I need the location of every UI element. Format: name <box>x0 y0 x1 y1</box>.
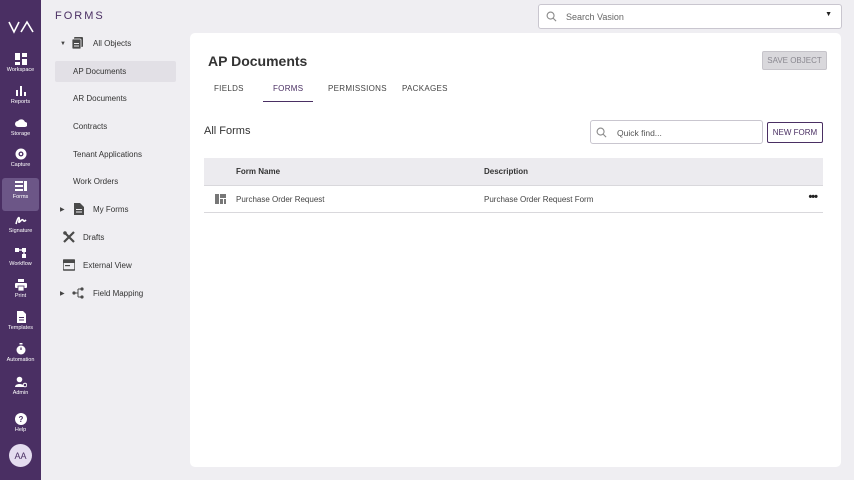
rail-print[interactable]: Print <box>2 277 39 307</box>
nav-item-work-orders[interactable]: Work Orders <box>55 171 176 192</box>
nav-item-external-view[interactable]: External View <box>55 255 176 276</box>
tab-forms[interactable]: FORMS <box>263 84 314 102</box>
rail-label: Capture <box>10 162 31 168</box>
rail-forms[interactable]: Forms <box>2 178 39 211</box>
rail-help[interactable]: ? Help <box>2 411 39 441</box>
nav-item-label: Tenant Applications <box>73 150 142 159</box>
column-header-description[interactable]: Description <box>484 167 528 176</box>
new-form-button[interactable]: NEW FORM <box>767 122 823 143</box>
main-panel: AP Documents SAVE OBJECT FIELDS FORMS PE… <box>190 33 841 467</box>
rail-reports[interactable]: Reports <box>2 83 39 113</box>
tools-icon <box>63 231 75 243</box>
rail-workspace[interactable]: Workspace <box>2 51 39 81</box>
workspace-icon <box>14 53 27 65</box>
nav-item-label: External View <box>83 261 132 270</box>
rail-capture[interactable]: Capture <box>2 146 39 176</box>
nav-item-drafts[interactable]: Drafts <box>55 227 176 248</box>
user-avatar[interactable]: AA <box>9 444 32 467</box>
rail-label: Admin <box>12 390 29 396</box>
nav-item-label: AP Documents <box>73 67 127 76</box>
nav-item-field-mapping[interactable]: ▶ Field Mapping <box>55 283 176 304</box>
reports-icon <box>15 86 26 96</box>
rail-label: Reports <box>10 99 31 105</box>
rail-label: Help <box>14 427 27 433</box>
nav-item-label: All Objects <box>93 39 132 48</box>
rail-admin[interactable]: Admin <box>2 374 39 404</box>
nav-item-label: Drafts <box>83 233 105 242</box>
nav-item-contracts[interactable]: Contracts <box>55 116 176 137</box>
rail-workflow[interactable]: Workflow <box>2 245 39 275</box>
section-title: All Forms <box>204 125 251 137</box>
nav-item-label: Work Orders <box>73 177 119 186</box>
nav-item-label: My Forms <box>93 205 129 214</box>
rail-label: Forms <box>12 194 29 200</box>
table-header: Form Name Description <box>204 158 823 185</box>
tab-permissions[interactable]: PERMISSIONS <box>328 84 387 102</box>
forms-icon <box>14 181 27 191</box>
stopwatch-icon <box>16 343 25 355</box>
nav-item-label: Field Mapping <box>93 289 144 298</box>
tab-packages[interactable]: PACKAGES <box>402 84 448 102</box>
print-icon <box>14 279 27 291</box>
nav-item-ap-documents[interactable]: AP Documents <box>55 61 176 82</box>
rail-templates[interactable]: Templates <box>2 309 39 339</box>
vasion-logo[interactable] <box>8 20 34 34</box>
caret-right-icon[interactable]: ▶ <box>60 206 65 213</box>
tab-fields[interactable]: FIELDS <box>214 84 244 102</box>
save-object-button[interactable]: SAVE OBJECT <box>762 51 827 70</box>
mapping-icon <box>72 287 84 299</box>
rail-label: Print <box>14 293 27 299</box>
cloud-icon <box>14 119 27 127</box>
quick-find-input[interactable]: Quick find... <box>617 128 662 138</box>
more-options-icon[interactable]: ••• <box>808 191 818 203</box>
nav-item-my-forms[interactable]: ▶ My Forms <box>55 199 176 220</box>
nav-item-label: Contracts <box>73 122 108 131</box>
form-layout-icon <box>215 194 226 204</box>
rail-signature[interactable]: Signature <box>2 212 39 242</box>
form-name-cell: Purchase Order Request <box>236 195 325 204</box>
rail-label: Storage <box>10 131 31 137</box>
nav-item-label: AR Documents <box>73 94 127 103</box>
page-title: AP Documents <box>208 53 308 69</box>
search-icon <box>546 11 557 22</box>
templates-icon <box>16 311 26 323</box>
chevron-down-icon[interactable]: ▼ <box>825 11 832 18</box>
left-rail: Workspace Reports Storage Capture Forms … <box>0 0 41 480</box>
caret-down-icon[interactable]: ▼ <box>60 41 66 47</box>
nav-item-tenant-applications[interactable]: Tenant Applications <box>55 144 176 165</box>
search-input[interactable]: Search Vasion <box>566 12 624 22</box>
rail-automation[interactable]: Automation <box>2 341 39 371</box>
workflow-icon <box>14 248 26 258</box>
table-row[interactable]: Purchase Order Request Purchase Order Re… <box>204 185 823 213</box>
documents-icon <box>72 37 83 49</box>
signature-icon <box>14 216 27 225</box>
admin-icon <box>14 376 27 388</box>
nav-item-all-objects[interactable]: ▼ All Objects <box>55 33 176 54</box>
document-icon <box>74 203 84 215</box>
global-search[interactable]: Search Vasion ▼ <box>538 4 842 29</box>
help-icon: ? <box>14 413 27 425</box>
section-header: FORMS <box>55 10 105 22</box>
description-cell: Purchase Order Request Form <box>484 195 594 204</box>
caret-right-icon[interactable]: ▶ <box>60 290 65 297</box>
rail-label: Templates <box>7 325 34 331</box>
browser-window-icon <box>63 259 75 271</box>
svg-text:?: ? <box>18 415 23 424</box>
rail-storage[interactable]: Storage <box>2 115 39 145</box>
rail-label: Signature <box>8 228 33 234</box>
rail-label: Automation <box>6 357 35 363</box>
quick-find-field[interactable]: Quick find... <box>590 120 763 144</box>
nav-item-ar-documents[interactable]: AR Documents <box>55 88 176 109</box>
rail-label: Workflow <box>9 261 32 267</box>
capture-icon <box>15 148 26 160</box>
column-header-form-name[interactable]: Form Name <box>236 167 280 176</box>
search-icon <box>596 127 607 138</box>
rail-label: Workspace <box>6 67 35 73</box>
